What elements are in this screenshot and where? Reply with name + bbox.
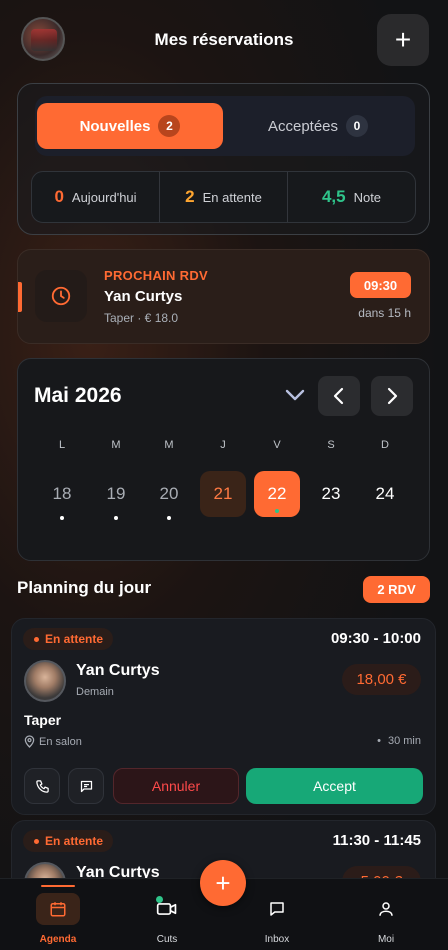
booking-dot: [275, 509, 279, 513]
day-number: 18: [52, 484, 72, 503]
location: En salon: [24, 735, 82, 748]
count-badge: 2: [158, 115, 181, 137]
notification-dot: [156, 896, 163, 903]
duration: 30 min: [377, 735, 421, 747]
chevron-down-icon[interactable]: [283, 385, 307, 410]
time-badge: 09:30: [350, 272, 411, 298]
plus-icon: +: [394, 24, 412, 55]
stat-value: 0: [54, 187, 64, 206]
stat-pending: 2 En attente: [159, 172, 287, 222]
tab-label: Acceptées: [267, 117, 339, 135]
nav-agenda[interactable]: Agenda: [13, 879, 103, 950]
stat-value: 4,5: [321, 187, 346, 206]
call-button[interactable]: [24, 768, 60, 804]
service-name: Taper: [24, 712, 62, 728]
time-until: dans 15 h: [358, 306, 411, 320]
tab-acceptees[interactable]: Acceptées 0: [225, 103, 411, 149]
nav-label: Cuts: [156, 934, 178, 945]
stat-value: 2: [185, 187, 195, 206]
weekday-label: J: [220, 439, 226, 451]
stat-today: 0 Aujourd'hui: [32, 172, 159, 222]
accept-button[interactable]: Accept: [246, 768, 423, 804]
weekday-label: L: [58, 439, 66, 451]
calendar-card: Mai 2026 L M M J V S D 18 19 20 21 22 23…: [17, 358, 430, 561]
user-icon: [370, 893, 402, 925]
stat-label: Note: [353, 189, 382, 205]
tab-label: Nouvelles: [79, 117, 151, 135]
nav-label: Moi: [377, 934, 395, 945]
avatar: [24, 660, 66, 702]
status-badge: En attente: [23, 628, 114, 650]
add-fab-button[interactable]: +: [200, 860, 246, 906]
header: Mes réservations +: [0, 14, 448, 66]
booking-dot: [60, 516, 64, 520]
nav-inbox[interactable]: Inbox: [232, 879, 322, 950]
phone-icon: [35, 779, 49, 793]
chevron-right-icon: [387, 387, 398, 405]
calendar-day[interactable]: 20: [146, 471, 192, 520]
booking-dot: [114, 516, 118, 520]
chat-icon: [261, 893, 293, 925]
appointment-time: 11:30 - 11:45: [332, 832, 421, 849]
calendar-month: Mai 2026: [34, 384, 122, 407]
appointment-card[interactable]: En attente 09:30 - 10:00 Yan Curtys Dema…: [11, 618, 436, 815]
message-button[interactable]: [68, 768, 104, 804]
cancel-button[interactable]: Annuler: [113, 768, 239, 804]
client-name: Yan Curtys: [76, 662, 160, 679]
calendar-day-selected[interactable]: 22: [254, 471, 300, 517]
stat-rating: 4,5 Note: [287, 172, 415, 222]
weekday-label: M: [164, 439, 174, 451]
location-pin-icon: [24, 735, 35, 748]
tab-bar: Nouvelles 2 Acceptées 0: [35, 96, 415, 156]
calendar-day-today[interactable]: 21: [200, 471, 246, 517]
calendar-day[interactable]: 19: [93, 471, 139, 520]
price-badge: 18,00 €: [342, 664, 421, 695]
tab-nouvelles[interactable]: Nouvelles 2: [37, 103, 223, 149]
stats-row: 0 Aujourd'hui 2 En attente 4,5 Note: [31, 171, 416, 223]
stat-label: Aujourd'hui: [71, 189, 137, 205]
day-number: 19: [106, 484, 126, 503]
day-number: 22: [267, 484, 287, 503]
location-label: En salon: [39, 735, 82, 748]
status-badge: En attente: [23, 830, 114, 852]
plus-icon: +: [215, 867, 231, 898]
accent-bar: [18, 282, 22, 312]
client-name: Yan Curtys: [104, 288, 183, 305]
appointment-day: Demain: [76, 686, 114, 698]
count-badge: 0: [346, 115, 369, 137]
calendar-day[interactable]: 24: [362, 471, 408, 517]
add-reservation-button[interactable]: +: [377, 14, 429, 66]
nav-profile[interactable]: Moi: [341, 879, 431, 950]
weekday-label: V: [273, 439, 281, 451]
nav-label: Agenda: [39, 934, 77, 945]
day-number: 20: [159, 484, 179, 503]
chat-icon: [80, 780, 92, 792]
calendar-day[interactable]: 23: [308, 471, 354, 517]
day-number: 21: [213, 484, 233, 503]
next-week-button[interactable]: [371, 376, 413, 416]
day-number: 23: [321, 484, 341, 503]
booking-dot: [167, 516, 171, 520]
weekday-label: D: [381, 439, 389, 451]
day-number: 24: [375, 484, 395, 503]
weekday-label: M: [111, 439, 121, 451]
stat-label: En attente: [202, 189, 262, 205]
tabs-card: Nouvelles 2 Acceptées 0 0 Aujourd'hui 2 …: [17, 83, 430, 235]
next-appointment-card[interactable]: PROCHAIN RDV Yan Curtys Taper · € 18.0 0…: [17, 249, 430, 344]
calendar-day[interactable]: 18: [39, 471, 85, 520]
planning-title: Planning du jour: [17, 578, 152, 597]
appointment-time: 09:30 - 10:00: [330, 630, 421, 647]
weekday-label: S: [327, 439, 335, 451]
service-price: Taper · € 18.0: [104, 311, 179, 325]
calendar-icon: [36, 893, 80, 925]
prev-week-button[interactable]: [318, 376, 360, 416]
next-label: PROCHAIN RDV: [104, 268, 208, 283]
nav-cuts[interactable]: Cuts: [122, 879, 212, 950]
appointment-count-badge: 2 RDV: [363, 576, 430, 603]
nav-label: Inbox: [264, 934, 290, 945]
clock-icon: [35, 270, 87, 322]
chevron-left-icon: [333, 387, 344, 405]
